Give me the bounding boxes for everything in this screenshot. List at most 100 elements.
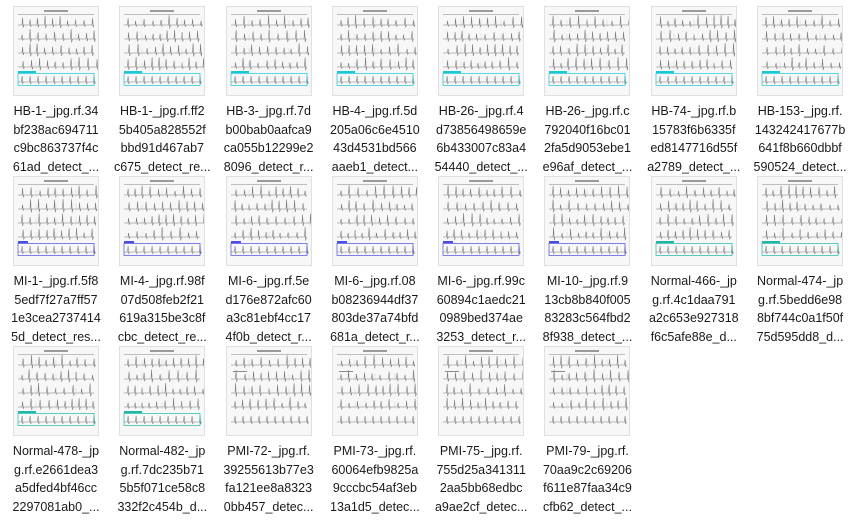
file-tile[interactable]: HB-26-_jpg.rf.4 d73856498659e 6b433007c83a… bbox=[428, 4, 534, 174]
file-name-line: g.rf.e2661dea3 bbox=[13, 462, 99, 477]
file-name[interactable]: MI-6-_jpg.rf.5e d176e872afc60 a3c81ebf4cc1… bbox=[218, 272, 320, 346]
file-tile[interactable]: HB-4-_jpg.rf.5d 205a06c6e4510 43d4531bd566… bbox=[322, 4, 428, 174]
file-tile[interactable]: HB-3-_jpg.rf.7d b00bab0aafca9 ca055b12299e… bbox=[216, 4, 322, 174]
file-name-line: 43d4531bd566 bbox=[333, 141, 417, 155]
file-name[interactable]: MI-6-_jpg.rf.08 b08236944df37 803de37a74bf… bbox=[324, 272, 426, 346]
file-name[interactable]: HB-4-_jpg.rf.5d 205a06c6e4510 43d4531bd566… bbox=[324, 102, 426, 176]
file-name[interactable]: MI-6-_jpg.rf.99c 60894c1aedc21 0989bed374a… bbox=[430, 272, 532, 346]
file-tile[interactable]: HB-26-_jpg.rf.c 792040f16bc01 2fa5d9053ebe… bbox=[534, 4, 640, 174]
ecg-thumbnail-icon[interactable] bbox=[225, 176, 312, 266]
file-tile[interactable]: HB-74-_jpg.rf.b 15783f6b6335f ed8147716d55… bbox=[641, 4, 747, 174]
ecg-thumbnail-icon[interactable] bbox=[438, 176, 525, 266]
file-tile[interactable]: HB-153-_jpg.rf. 143242417677b 641f8b660dbb… bbox=[747, 4, 853, 174]
ecg-thumbnail-icon[interactable] bbox=[544, 176, 631, 266]
file-name[interactable]: Normal-474-_jp g.rf.5bedd6e98 8bf744c0a1f5… bbox=[749, 272, 851, 346]
ecg-thumbnail-icon[interactable] bbox=[757, 6, 844, 96]
file-name-line: 8bf744c0a1f50f bbox=[756, 311, 844, 325]
ecg-thumbnail-icon[interactable] bbox=[225, 346, 312, 436]
file-tile[interactable]: HB-1-_jpg.rf.ff2 5b405a828552f bbd91d467ab… bbox=[109, 4, 215, 174]
file-name[interactable]: MI-4-_jpg.rf.98f 07d508feb2f21 619a315be3c… bbox=[111, 272, 213, 346]
file-name[interactable]: HB-153-_jpg.rf. 143242417677b 641f8b660dbb… bbox=[749, 102, 851, 176]
file-name[interactable]: Normal-478-_jp g.rf.e2661dea3 a5dfed4bf46c… bbox=[5, 442, 107, 516]
file-name-line: 2fa5d9053ebe1 bbox=[544, 141, 631, 155]
file-name-line: g.rf.7dc235b71 bbox=[120, 462, 204, 477]
ecg-thumbnail-icon[interactable] bbox=[119, 176, 206, 266]
file-name-line: 39255613b77e3 bbox=[223, 462, 314, 477]
file-name[interactable]: HB-1-_jpg.rf.34 bf238ac694711 c9bc863737f4… bbox=[5, 102, 107, 176]
file-name-line: a9ae2cf_detec... bbox=[434, 499, 528, 514]
file-name-line: 5b405a828552f bbox=[118, 122, 206, 137]
file-name-line: MI-6-_jpg.rf.5e bbox=[227, 274, 310, 288]
ecg-thumbnail-icon[interactable] bbox=[13, 6, 99, 96]
file-name-line: c9bc863737f4c bbox=[13, 141, 99, 155]
ecg-thumbnail-icon[interactable] bbox=[438, 346, 525, 436]
file-name-line: g.rf.5bedd6e98 bbox=[758, 292, 843, 307]
ecg-thumbnail-icon[interactable] bbox=[544, 346, 631, 436]
file-name-line: HB-4-_jpg.rf.5d bbox=[332, 104, 418, 118]
file-grid: HB-1-_jpg.rf.34 bf238ac694711 c9bc863737f4… bbox=[3, 4, 853, 514]
file-name-line: HB-153-_jpg.rf. bbox=[757, 104, 843, 118]
file-name-line: MI-6-_jpg.rf.08 bbox=[334, 274, 416, 288]
file-tile[interactable]: MI-4-_jpg.rf.98f 07d508feb2f21 619a315be3c… bbox=[109, 174, 215, 344]
file-tile[interactable]: PMI-72-_jpg.rf. 39255613b77e3 fa121ee8a832… bbox=[216, 344, 322, 514]
file-name-line: 15783f6b6335f bbox=[652, 122, 736, 137]
ecg-thumbnail-icon[interactable] bbox=[438, 6, 525, 96]
file-name-line: HB-3-_jpg.rf.7d bbox=[226, 104, 311, 118]
ecg-thumbnail-icon[interactable] bbox=[650, 176, 737, 266]
file-tile[interactable]: Normal-482-_jp g.rf.7dc235b71 5b5f071ce58c… bbox=[109, 344, 215, 514]
ecg-thumbnail-icon[interactable] bbox=[650, 6, 737, 96]
file-name[interactable]: PMI-79-_jpg.rf. 70aa9c2c69206 f611e87faa34… bbox=[536, 442, 638, 516]
file-tile[interactable]: Normal-474-_jp g.rf.5bedd6e98 8bf744c0a1f5… bbox=[747, 174, 853, 344]
file-name[interactable]: MI-1-_jpg.rf.5f8 5edf7f27a7ff57 1e3cea2737… bbox=[5, 272, 107, 346]
file-tile[interactable]: MI-1-_jpg.rf.5f8 5edf7f27a7ff57 1e3cea2737… bbox=[3, 174, 109, 344]
ecg-thumbnail-icon[interactable] bbox=[757, 176, 844, 266]
file-tile[interactable]: PMI-79-_jpg.rf. 70aa9c2c69206 f611e87faa34… bbox=[534, 344, 640, 514]
file-tile[interactable]: Normal-466-_jp g.rf.4c1daa791 a2c653e92731… bbox=[641, 174, 747, 344]
file-name-line: 0bb457_detec... bbox=[223, 499, 314, 514]
file-name[interactable]: PMI-73-_jpg.rf. 60064efb9825a 9cccbc54af3e… bbox=[324, 442, 426, 516]
file-name-line: 5edf7f27a7ff57 bbox=[14, 292, 98, 307]
ecg-thumbnail-icon[interactable] bbox=[331, 176, 418, 266]
file-tile[interactable]: PMI-75-_jpg.rf. 755d25a341311 2aa5bb68edbc… bbox=[428, 344, 534, 514]
file-name-line: 1e3cea2737414 bbox=[11, 311, 101, 325]
file-name-line: 5b5f071ce58c8 bbox=[119, 481, 206, 495]
file-name[interactable]: HB-26-_jpg.rf.c 792040f16bc01 2fa5d9053ebe… bbox=[536, 102, 638, 176]
file-name[interactable]: HB-74-_jpg.rf.b 15783f6b6335f ed8147716d55… bbox=[643, 102, 745, 176]
file-name-line: 75d595dd8_d... bbox=[756, 329, 844, 344]
file-name-line: 83283c564fbd2 bbox=[544, 311, 631, 325]
file-tile[interactable]: MI-6-_jpg.rf.5e d176e872afc60 a3c81ebf4cc1… bbox=[216, 174, 322, 344]
file-name[interactable]: HB-26-_jpg.rf.4 d73856498659e 6b433007c83a… bbox=[430, 102, 532, 176]
file-tile[interactable]: MI-6-_jpg.rf.08 b08236944df37 803de37a74bf… bbox=[322, 174, 428, 344]
file-name-line: d176e872afc60 bbox=[225, 292, 312, 307]
file-name[interactable]: PMI-72-_jpg.rf. 39255613b77e3 fa121ee8a832… bbox=[218, 442, 320, 516]
file-name-line: HB-26-_jpg.rf.4 bbox=[438, 104, 524, 118]
file-tile[interactable]: PMI-73-_jpg.rf. 60064efb9825a 9cccbc54af3e… bbox=[322, 344, 428, 514]
file-name-line: fa121ee8a8323 bbox=[225, 481, 313, 495]
ecg-thumbnail-icon[interactable] bbox=[331, 346, 418, 436]
file-name-line: cfb62_detect_... bbox=[543, 499, 632, 514]
ecg-thumbnail-icon[interactable] bbox=[13, 176, 99, 266]
file-tile[interactable]: MI-10-_jpg.rf.9 13cb8b840f005 83283c564fbd… bbox=[534, 174, 640, 344]
ecg-thumbnail-icon[interactable] bbox=[225, 6, 312, 96]
file-name[interactable]: Normal-482-_jp g.rf.7dc235b71 5b5f071ce58c… bbox=[111, 442, 213, 516]
file-name-line: HB-26-_jpg.rf.c bbox=[545, 104, 630, 118]
file-name[interactable]: HB-1-_jpg.rf.ff2 5b405a828552f bbd91d467ab… bbox=[111, 102, 213, 176]
file-name-line: Normal-466-_jp bbox=[650, 274, 737, 288]
file-name-line: HB-1-_jpg.rf.34 bbox=[13, 104, 99, 118]
file-tile[interactable]: Normal-478-_jp g.rf.e2661dea3 a5dfed4bf46c… bbox=[3, 344, 109, 514]
file-name-line: MI-1-_jpg.rf.5f8 bbox=[13, 274, 99, 288]
file-name-line: HB-74-_jpg.rf.b bbox=[651, 104, 737, 118]
ecg-thumbnail-icon[interactable] bbox=[119, 6, 206, 96]
file-tile[interactable]: HB-1-_jpg.rf.34 bf238ac694711 c9bc863737f4… bbox=[3, 4, 109, 174]
file-name[interactable]: MI-10-_jpg.rf.9 13cb8b840f005 83283c564fbd… bbox=[536, 272, 638, 346]
file-name[interactable]: Normal-466-_jp g.rf.4c1daa791 a2c653e92731… bbox=[643, 272, 745, 346]
ecg-thumbnail-icon[interactable] bbox=[544, 6, 631, 96]
file-tile[interactable]: MI-6-_jpg.rf.99c 60894c1aedc21 0989bed374a… bbox=[428, 174, 534, 344]
file-name-line: Normal-474-_jp bbox=[757, 274, 844, 288]
file-name[interactable]: HB-3-_jpg.rf.7d b00bab0aafca9 ca055b12299e… bbox=[218, 102, 320, 176]
file-name[interactable]: PMI-75-_jpg.rf. 755d25a341311 2aa5bb68edbc… bbox=[430, 442, 532, 516]
ecg-thumbnail-icon[interactable] bbox=[331, 6, 418, 96]
file-name-line: PMI-75-_jpg.rf. bbox=[439, 444, 523, 458]
ecg-thumbnail-icon[interactable] bbox=[13, 346, 99, 436]
ecg-thumbnail-icon[interactable] bbox=[119, 346, 206, 436]
